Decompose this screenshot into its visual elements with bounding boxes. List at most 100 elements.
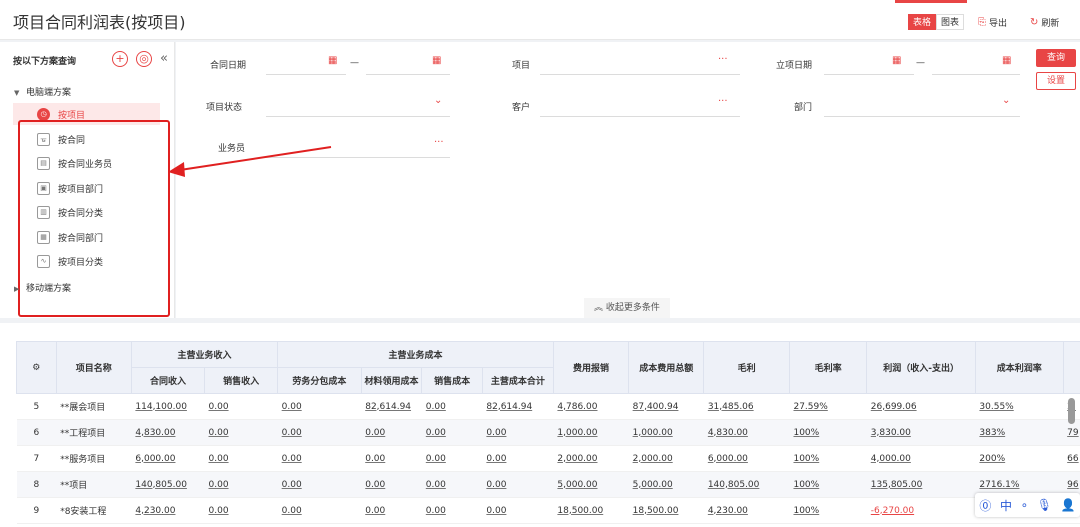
cell-cost-expense-total[interactable]: 1,000.00: [628, 419, 704, 446]
view-chart-button[interactable]: 图表: [936, 14, 965, 30]
col-header-profit[interactable]: 利润（收入-支出）: [866, 341, 976, 394]
cell-material[interactable]: 82,614.94: [361, 393, 422, 420]
cell-contract-income[interactable]: 4,830.00: [131, 419, 205, 446]
chevron-down-icon[interactable]: ⌄: [1002, 95, 1010, 106]
ime-chinese-mode[interactable]: 中: [1000, 497, 1012, 514]
cell-sales-income[interactable]: 0.00: [204, 393, 278, 420]
col-header-cost-profit-rate[interactable]: 成本利润率: [974, 341, 1064, 394]
cell-gross-margin[interactable]: 100%: [789, 497, 867, 524]
cell-contract-income[interactable]: 4,230.00: [131, 497, 205, 524]
cell-cost-profit-rate[interactable]: 30.55%: [975, 393, 1064, 420]
collapse-sidebar-button[interactable]: «: [160, 51, 168, 66]
scheme-settings-button[interactable]: ◎: [136, 51, 152, 67]
table-row[interactable]: 5 **展会项目 114,100.00 0.00 0.00 82,614.94 0.00 82…: [16, 393, 1080, 420]
cell-expense[interactable]: 2,000.00: [553, 445, 629, 472]
cell-gross-margin[interactable]: 100%: [789, 471, 867, 498]
table-row[interactable]: 8 **项目 140,805.00 0.00 0.00 0.00 0.00 0.00 5,000…: [16, 471, 1080, 498]
col-header-expense[interactable]: 费用报销: [552, 341, 630, 394]
project-field[interactable]: [540, 74, 740, 75]
cell-gross-profit[interactable]: 4,230.00: [703, 497, 790, 524]
cell-contract-income[interactable]: 140,805.00: [131, 471, 205, 498]
more-dots-icon[interactable]: ···: [434, 137, 444, 148]
col-header-last[interactable]: 营: [1062, 341, 1080, 394]
cell-profit[interactable]: 3,830.00: [866, 419, 976, 446]
cell-cost-profit-rate[interactable]: 200%: [975, 445, 1064, 472]
table-row[interactable]: 9 *8安装工程 4,230.00 0.00 0.00 0.00 0.00 0.00 18,50…: [16, 497, 1080, 524]
cell-cost-expense-total[interactable]: 2,000.00: [628, 445, 704, 472]
contract-date-start-field[interactable]: [266, 74, 346, 75]
cell-cost-profit-rate[interactable]: 383%: [975, 419, 1064, 446]
cell-cost-total[interactable]: 0.00: [482, 471, 554, 498]
cell-gross-margin[interactable]: 27.59%: [789, 393, 867, 420]
refresh-button[interactable]: ↻ 刷新: [1030, 16, 1059, 29]
col-header-gross-margin[interactable]: 毛利率: [788, 341, 868, 394]
vertical-scrollbar[interactable]: [1068, 398, 1075, 424]
add-scheme-button[interactable]: +: [112, 51, 128, 67]
calendar-icon[interactable]: ▦: [1002, 55, 1011, 66]
project-date-end-field[interactable]: [932, 74, 1020, 75]
cell-sales-income[interactable]: 0.00: [204, 445, 278, 472]
cell-sales-cost[interactable]: 0.00: [421, 393, 483, 420]
cell-labor[interactable]: 0.00: [277, 419, 362, 446]
column-settings-icon[interactable]: ⚙: [16, 341, 57, 394]
cell-cost-total[interactable]: 0.00: [482, 497, 554, 524]
export-button[interactable]: ⎘ 导出: [978, 16, 1007, 29]
table-row[interactable]: 6 **工程项目 4,830.00 0.00 0.00 0.00 0.00 0.00 1,000…: [16, 419, 1080, 446]
col-header-name[interactable]: 项目名称: [55, 341, 132, 394]
collapse-more-conditions-button[interactable]: ︽ 收起更多条件: [584, 298, 670, 318]
cell-labor[interactable]: 0.00: [277, 445, 362, 472]
cell-expense[interactable]: 1,000.00: [553, 419, 629, 446]
cell-expense[interactable]: 18,500.00: [553, 497, 629, 524]
col-header-sales-cost[interactable]: 销售成本: [421, 367, 483, 394]
tree-group-pc[interactable]: ▼ 电脑端方案: [14, 85, 71, 98]
user-icon[interactable]: 👤: [1061, 498, 1076, 512]
cell-sales-cost[interactable]: 0.00: [421, 471, 483, 498]
cell-labor[interactable]: 0.00: [277, 393, 362, 420]
cell-material[interactable]: 0.00: [361, 497, 422, 524]
department-select[interactable]: [824, 116, 1020, 117]
cell-cost-total[interactable]: 0.00: [482, 445, 554, 472]
col-header-labor-cost[interactable]: 劳务分包成本: [277, 367, 362, 394]
cell-gross-profit[interactable]: 31,485.06: [703, 393, 790, 420]
dots-icon[interactable]: ∘: [1021, 498, 1029, 512]
calendar-icon[interactable]: ▦: [892, 55, 901, 66]
cell-profit[interactable]: 4,000.00: [866, 445, 976, 472]
cell-expense[interactable]: 5,000.00: [553, 471, 629, 498]
cell-labor[interactable]: 0.00: [277, 471, 362, 498]
col-header-sales-income[interactable]: 销售收入: [204, 367, 279, 394]
customer-field[interactable]: [540, 116, 740, 117]
cell-sales-income[interactable]: 0.00: [204, 419, 278, 446]
cell-contract-income[interactable]: 114,100.00: [131, 393, 205, 420]
contract-date-end-field[interactable]: [366, 74, 450, 75]
cell-gross-profit[interactable]: 140,805.00: [703, 471, 790, 498]
cell-gross-profit[interactable]: 6,000.00: [703, 445, 790, 472]
cell-sales-income[interactable]: 0.00: [204, 497, 278, 524]
view-table-button[interactable]: 表格: [908, 14, 937, 30]
col-header-material-cost[interactable]: 材料领用成本: [360, 367, 423, 394]
table-row[interactable]: 7 **服务项目 6,000.00 0.00 0.00 0.00 0.00 0.00 2,000…: [16, 445, 1080, 472]
cell-material[interactable]: 0.00: [361, 445, 422, 472]
cell-material[interactable]: 0.00: [361, 471, 422, 498]
cell-cost-expense-total[interactable]: 18,500.00: [628, 497, 704, 524]
cell-profit[interactable]: 135,805.00: [866, 471, 976, 498]
col-header-cost-expense-total[interactable]: 成本费用总额: [628, 341, 705, 394]
cell-sales-cost[interactable]: 0.00: [421, 445, 483, 472]
cell-gross-profit[interactable]: 4,830.00: [703, 419, 790, 446]
ime-toolbar[interactable]: ⓪ 中 ∘ 🎙 👤: [975, 493, 1080, 517]
cell-profit[interactable]: 26,699.06: [866, 393, 976, 420]
more-dots-icon[interactable]: ···: [718, 54, 728, 65]
cell-sales-cost[interactable]: 0.00: [421, 497, 483, 524]
cell-cost-expense-total[interactable]: 5,000.00: [628, 471, 704, 498]
cell-contract-income[interactable]: 6,000.00: [131, 445, 205, 472]
project-status-select[interactable]: [266, 116, 450, 117]
cell-labor[interactable]: 0.00: [277, 497, 362, 524]
cell-sales-cost[interactable]: 0.00: [421, 419, 483, 446]
cell-sales-income[interactable]: 0.00: [204, 471, 278, 498]
cell-last[interactable]: 66: [1063, 445, 1080, 472]
cell-cost-total[interactable]: 82,614.94: [482, 393, 554, 420]
mic-icon[interactable]: 🎙: [1037, 498, 1052, 512]
cell-profit[interactable]: -6,270.00: [866, 497, 976, 524]
chevron-down-icon[interactable]: ⌄: [434, 95, 442, 106]
cell-material[interactable]: 0.00: [361, 419, 422, 446]
cell-gross-margin[interactable]: 100%: [789, 419, 867, 446]
